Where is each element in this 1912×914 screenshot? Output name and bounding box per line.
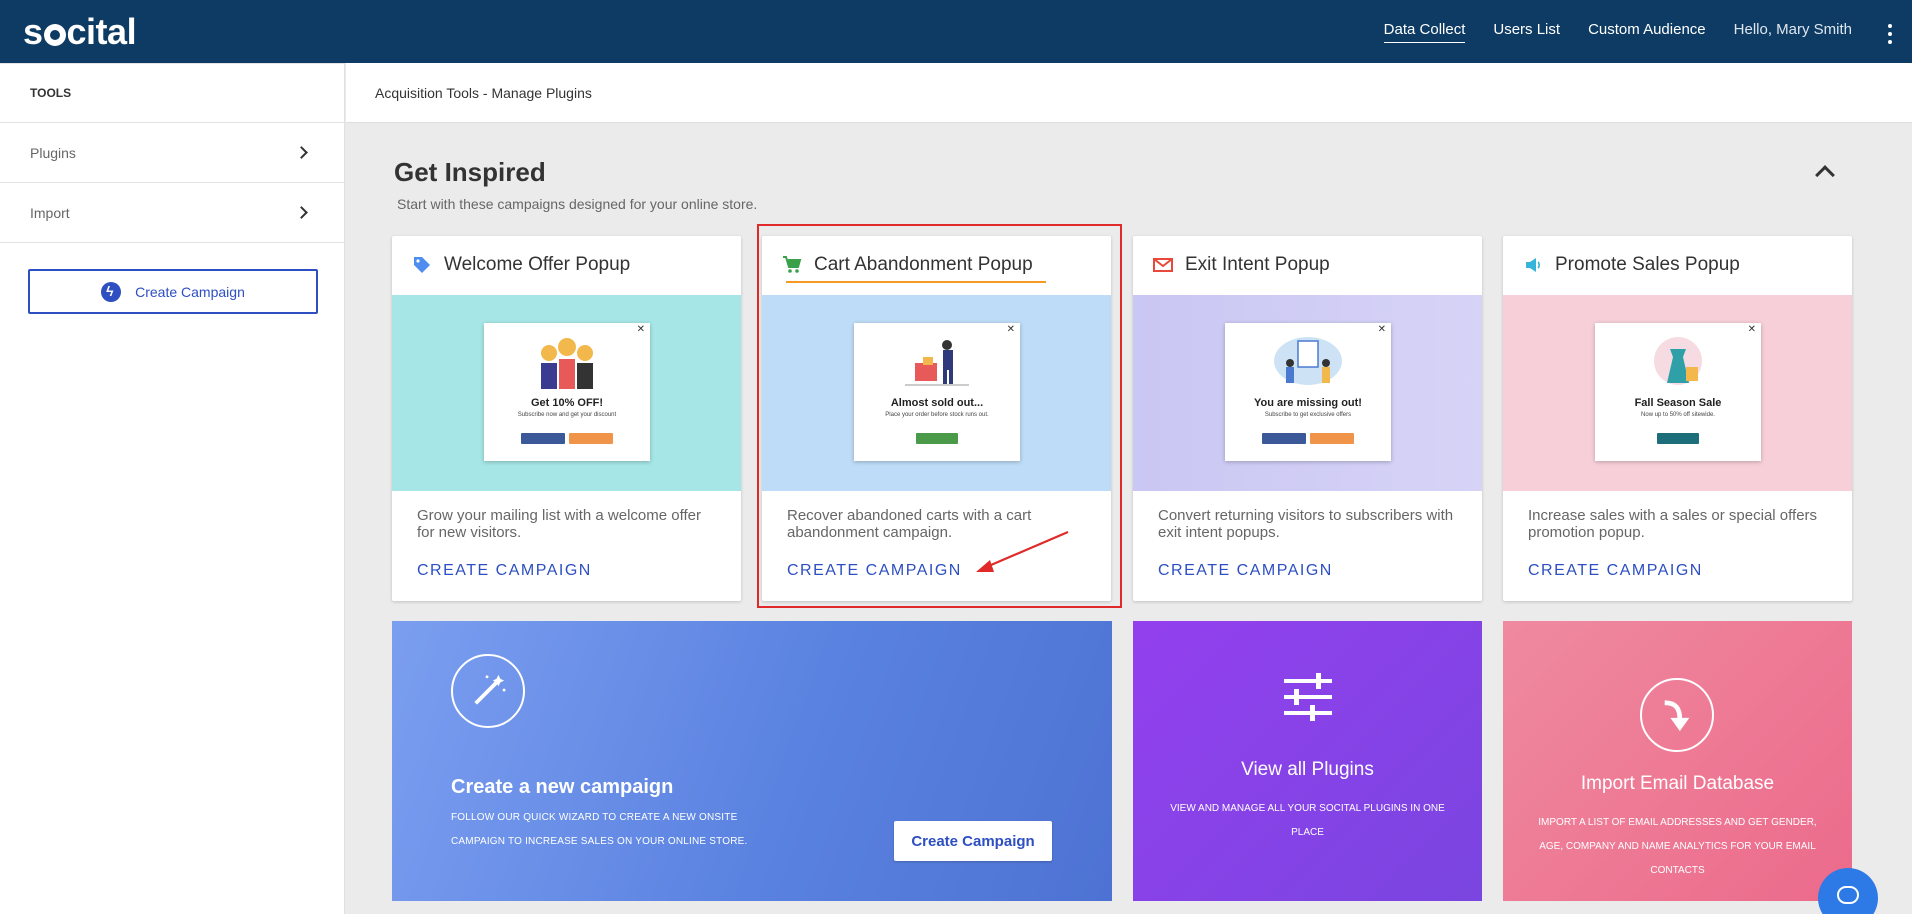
chevron-right-icon — [295, 206, 308, 219]
close-icon: ✕ — [1747, 324, 1756, 335]
sidebar-item-import[interactable]: Import — [0, 183, 344, 243]
mockup-title: Fall Season Sale — [1634, 397, 1722, 409]
sidebar-heading: TOOLS — [0, 63, 344, 123]
mockup-subtitle: Subscribe now and get your discount — [517, 412, 617, 418]
top-nav: Data Collect Users List Custom Audience … — [1383, 0, 1852, 63]
view-all-plugins-tile[interactable]: View all Plugins VIEW AND MANAGE ALL YOU… — [1133, 621, 1482, 901]
section-subtitle: Start with these campaigns designed for … — [397, 196, 758, 212]
logo-text-start: s — [23, 11, 43, 52]
import-arrow-icon — [1640, 678, 1714, 752]
card-description: Grow your mailing list with a welcome of… — [417, 507, 701, 541]
sidebar-item-label: Import — [30, 204, 70, 221]
sidebar-create-campaign-button[interactable]: Create Campaign — [28, 269, 318, 314]
nav-data-collect[interactable]: Data Collect — [1383, 21, 1466, 43]
people-illustration — [541, 338, 593, 389]
create-tile-title: Create a new campaign — [451, 776, 674, 798]
card-description: Convert returning visitors to subscriber… — [1158, 507, 1454, 541]
top-bar: s cital Data Collect Users List Custom Au… — [0, 0, 1912, 63]
mockup-buttons — [484, 433, 650, 444]
card-description: Increase sales with a sales or special o… — [1528, 507, 1818, 541]
sidebar-item-label: Plugins — [30, 144, 76, 161]
mockup-title: You are missing out! — [1254, 397, 1362, 409]
arrow-annotation-icon — [976, 530, 1069, 572]
plugins-tile-title: View all Plugins — [1241, 759, 1374, 780]
mockup-buttons — [1595, 433, 1761, 444]
card-preview: ✕ You are missing out! Subscribe to get … — [1133, 295, 1482, 491]
plugins-tile-text: VIEW AND MANAGE ALL YOUR SOCITAL PLUGINS… — [1170, 803, 1445, 838]
sliders-icon — [1284, 673, 1332, 721]
mockup-title: Get 10% OFF! — [530, 397, 604, 409]
lightning-icon — [101, 281, 122, 302]
breadcrumb: Acquisition Tools - Manage Plugins — [346, 63, 1912, 123]
chat-bubble-icon[interactable] — [1818, 868, 1878, 914]
more-menu-icon[interactable] — [1888, 24, 1892, 44]
nav-custom-audience[interactable]: Custom Audience — [1588, 21, 1706, 42]
import-email-database-tile[interactable]: Import Email Database IMPORT A LIST OF E… — [1503, 621, 1852, 901]
mockup-subtitle: Now up to 50% off sitewide. — [1641, 412, 1715, 418]
card-title: Exit Intent Popup — [1185, 254, 1330, 275]
title-underline-annotation — [786, 281, 1046, 283]
sidebar-item-plugins[interactable]: Plugins — [0, 123, 344, 183]
create-campaign-link[interactable]: CREATE CAMPAIGN — [1158, 562, 1333, 580]
fashion-illustration — [1654, 337, 1702, 385]
nav-users-list[interactable]: Users List — [1493, 21, 1560, 42]
import-tile-title: Import Email Database — [1580, 773, 1775, 794]
create-new-campaign-tile[interactable]: Create a new campaign FOLLOW OUR QUICK W… — [392, 621, 1112, 901]
sidebar-create-campaign-label: Create Campaign — [135, 283, 245, 300]
import-tile-text: IMPORT A LIST OF EMAIL ADDRESSES AND GET… — [1538, 817, 1817, 876]
card-promote-sales: Promote Sales Popup ✕ Fall Season Sale N… — [1503, 236, 1852, 601]
create-campaign-link[interactable]: CREATE CAMPAIGN — [417, 562, 592, 580]
close-icon: ✕ — [1377, 324, 1386, 335]
logo-text-end: cital — [66, 11, 137, 52]
logo-o-icon — [43, 24, 66, 46]
popup-mockup: ✕ Get 10% OFF! Subscribe now and get you… — [484, 323, 650, 461]
megaphone-icon — [1526, 258, 1540, 272]
mail-icon — [1153, 258, 1173, 272]
mockup-buttons — [1225, 433, 1391, 444]
create-tile-text: FOLLOW OUR QUICK WIZARD TO CREATE A NEW … — [451, 812, 748, 847]
mockup-subtitle: Subscribe to get exclusive offers — [1264, 412, 1352, 418]
card-preview: ✕ Fall Season Sale Now up to 50% off sit… — [1503, 295, 1852, 491]
section-title: Get Inspired — [394, 157, 546, 187]
magic-wand-icon — [451, 654, 525, 728]
card-welcome-offer: Welcome Offer Popup ✕ Get 10% OFF! Subsc… — [392, 236, 741, 601]
create-campaign-link[interactable]: CREATE CAMPAIGN — [1528, 562, 1703, 580]
close-icon: ✕ — [636, 324, 645, 335]
sidebar: TOOLS Plugins Import Create Campaign — [0, 63, 345, 914]
team-illustration — [1274, 337, 1342, 385]
card-title: Welcome Offer Popup — [444, 254, 631, 275]
card-preview: ✕ Get 10% OFF! Subscribe now and get you… — [392, 295, 741, 491]
socital-logo[interactable]: s cital — [23, 11, 137, 53]
popup-mockup: ✕ You are missing out! Subscribe to get … — [1225, 323, 1391, 461]
card-title: Promote Sales Popup — [1555, 254, 1740, 275]
chevron-up-icon[interactable] — [1815, 165, 1835, 185]
chevron-right-icon — [295, 146, 308, 159]
tag-icon — [414, 257, 430, 273]
card-exit-intent: Exit Intent Popup ✕ You are missing out!… — [1133, 236, 1482, 601]
popup-mockup: ✕ Fall Season Sale Now up to 50% off sit… — [1595, 323, 1761, 461]
user-greeting[interactable]: Hello, Mary Smith — [1734, 21, 1852, 42]
create-campaign-button[interactable]: Create Campaign — [894, 821, 1052, 861]
